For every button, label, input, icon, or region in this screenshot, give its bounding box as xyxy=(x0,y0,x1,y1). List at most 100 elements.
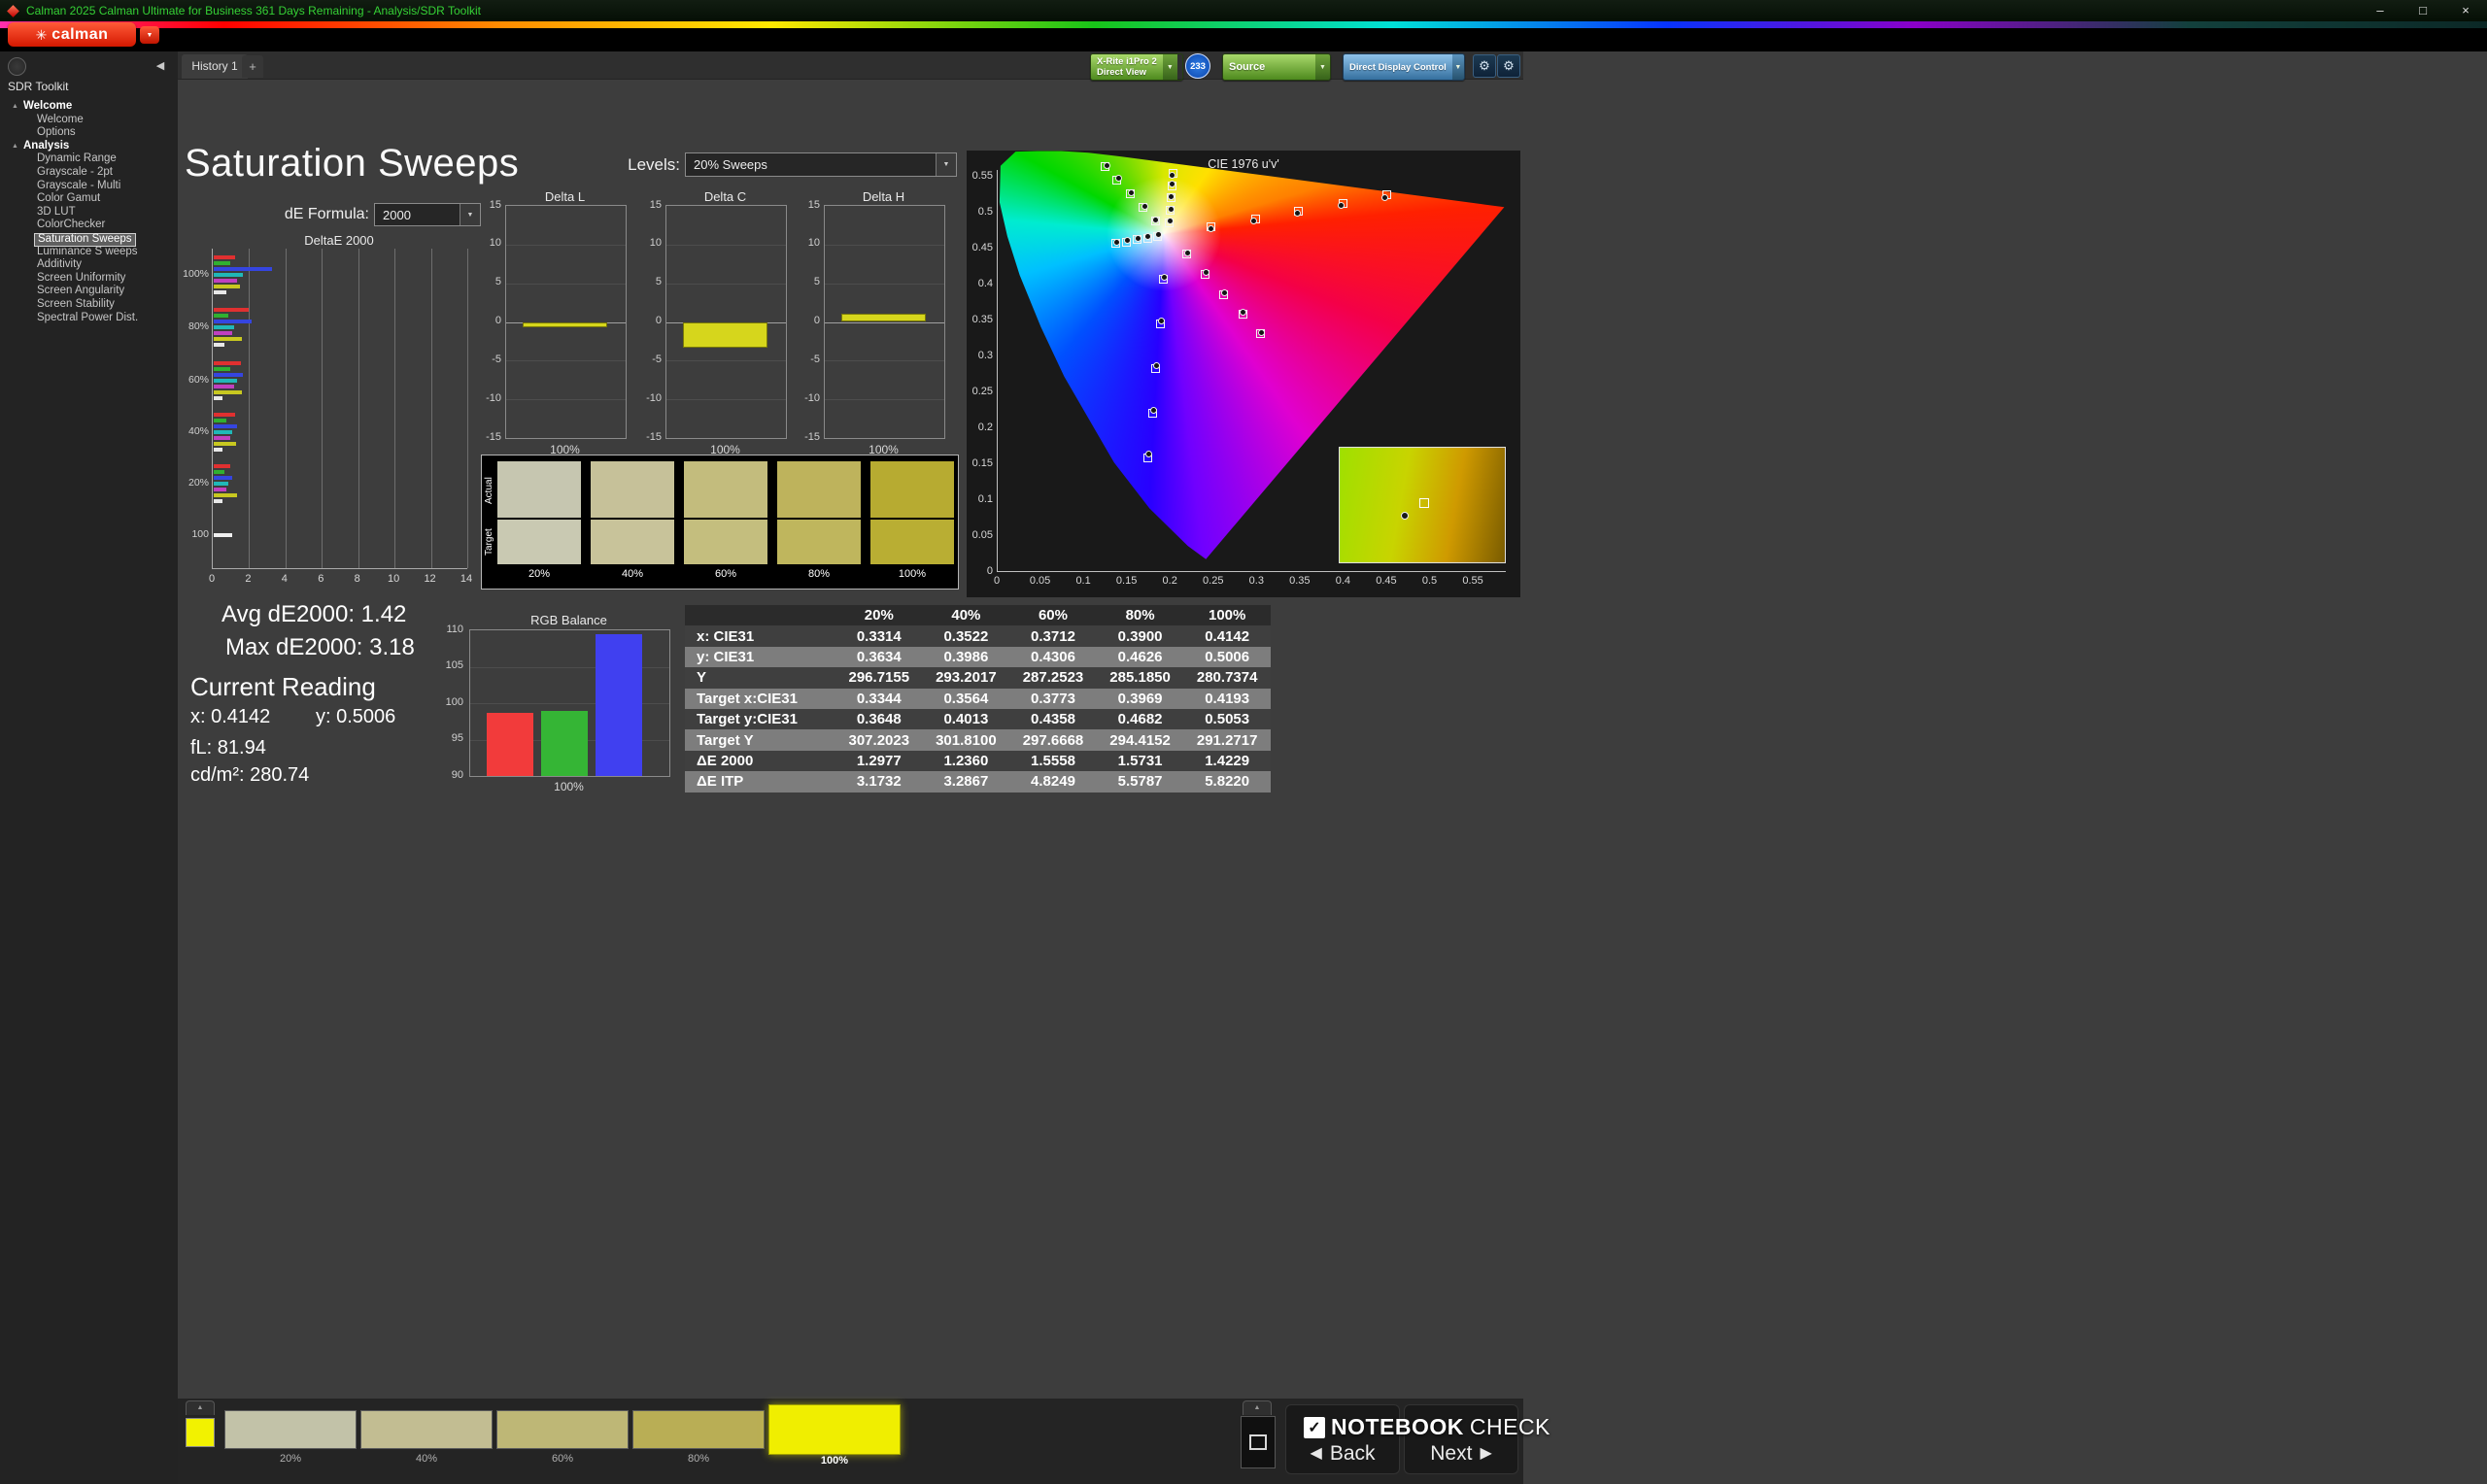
meter-dropdown[interactable]: X-Rite i1Pro 2 Direct View ▼ xyxy=(1090,53,1183,81)
sidebar-item-grayscale-2pt[interactable]: Grayscale - 2pt xyxy=(0,166,178,180)
de-bar xyxy=(214,361,242,365)
level-patch-40[interactable]: 40% xyxy=(360,1404,493,1467)
de-bar xyxy=(214,273,243,277)
source-label: Source xyxy=(1229,60,1266,73)
sidebar-item-options[interactable]: Options xyxy=(0,126,178,140)
target-row-label: Target xyxy=(484,528,494,556)
level-patch-60[interactable]: 60% xyxy=(496,1404,629,1467)
table-header-cell: 60% xyxy=(1038,607,1068,624)
de-formula-value: 2000 xyxy=(383,208,411,222)
value-cell: 294.4152 xyxy=(1109,731,1171,749)
y-tick-label: 0.2 xyxy=(977,421,993,433)
value-cell: 0.4193 xyxy=(1205,690,1250,707)
sidebar-group-welcome[interactable]: ▲ Welcome xyxy=(0,100,178,114)
sidebar-collapse-button[interactable]: ◀ xyxy=(152,57,169,75)
cie-inset-zoom xyxy=(1339,447,1506,563)
deltae2000-chart: DeltaE 2000 0 2 4 6 8 10 12 14 100% 80% 60% 40% 20% 1… xyxy=(183,233,486,594)
y-tick-label: 100 xyxy=(445,695,463,708)
x-tick-label: 0.2 xyxy=(1162,575,1177,587)
table-row: x: CIE31 0.3314 0.3522 0.3712 0.3900 0.4142 xyxy=(685,625,1271,647)
sidebar-item-screen-angularity[interactable]: Screen Angularity xyxy=(0,285,178,298)
de-bar xyxy=(214,331,232,335)
level-patch-80[interactable]: 80% xyxy=(632,1404,765,1467)
sidebar-group-analysis[interactable]: ▲ Analysis xyxy=(0,140,178,153)
sidebar-menu-button[interactable] xyxy=(8,57,26,76)
tab-history[interactable]: History 1 xyxy=(182,54,248,79)
x-tick-label: 0.3 xyxy=(1248,575,1264,587)
value-cell: 280.7374 xyxy=(1196,669,1258,687)
gridline xyxy=(506,244,626,246)
gridline xyxy=(825,321,944,323)
patch-label: 20% xyxy=(279,1453,302,1465)
swatch-level-label: 100% xyxy=(898,568,927,580)
add-tab-button[interactable]: + xyxy=(242,55,263,78)
chart-title: Delta L xyxy=(544,189,586,204)
value-cell: 291.2717 xyxy=(1196,731,1258,749)
settings-gear-button[interactable]: ⚙ xyxy=(1473,54,1496,78)
sidebar-item-grayscale-multi[interactable]: Grayscale - Multi xyxy=(0,180,178,193)
y-tick-label: -15 xyxy=(486,430,501,443)
sidebar-item-screen-stability[interactable]: Screen Stability xyxy=(0,298,178,312)
sidebar-item-dynamic-range[interactable]: Dynamic Range xyxy=(0,152,178,166)
source-dropdown[interactable]: Source ▼ xyxy=(1222,53,1331,81)
pattern-window-button[interactable] xyxy=(1241,1416,1276,1468)
y-tick-label: 105 xyxy=(445,659,463,671)
y-tick-label: 60% xyxy=(187,374,209,386)
notebookcheck-watermark: ✓ NOTEBOOK CHECK xyxy=(1304,1414,1550,1440)
chart-plot xyxy=(665,205,787,439)
workflow-settings-button[interactable]: ⚙ xyxy=(1497,54,1520,78)
close-button[interactable]: × xyxy=(2444,0,2487,21)
value-cell: 0.3564 xyxy=(943,690,989,707)
value-cell: 0.3522 xyxy=(943,627,989,645)
de-bar xyxy=(214,337,243,341)
row-label-cell: ΔE 2000 xyxy=(697,752,754,769)
cie-inset-square xyxy=(1418,497,1429,508)
calman-logo[interactable]: ✳ calman xyxy=(8,22,136,47)
sidebar-item-3d-lut[interactable]: 3D LUT xyxy=(0,206,178,219)
sidebar-item-luminance-s-weeps[interactable]: Luminance S weeps xyxy=(0,246,178,259)
pattern-tools-collapse-button[interactable]: ▲ xyxy=(1243,1400,1272,1415)
value-cell: 1.4229 xyxy=(1205,752,1250,769)
calman-logo-text: calman xyxy=(51,25,109,43)
cie-measured-point xyxy=(1183,249,1191,256)
sidebar-item-label: 3D LUT xyxy=(37,205,76,218)
window-controls: – □ × xyxy=(2359,0,2487,21)
cie-x-axis xyxy=(997,571,1506,572)
sidebar-item-colorchecker[interactable]: ColorChecker xyxy=(0,219,178,232)
sidebar-item-label: Additivity xyxy=(37,258,83,271)
sidebar-item-additivity[interactable]: Additivity xyxy=(0,258,178,272)
next-label: Next xyxy=(1430,1442,1473,1465)
table-row: y: CIE31 0.3634 0.3986 0.4306 0.4626 0.5006 xyxy=(685,646,1271,668)
y-tick-label: 0 xyxy=(813,315,820,326)
pattern-collapse-button[interactable]: ▲ xyxy=(186,1400,215,1415)
meter-mode: Direct View xyxy=(1097,67,1147,78)
cie-diagram: CIE 1976 u'v' 0 0.05 0.1 0.15 0.2 0.25 0.3 0.35… xyxy=(967,151,1520,597)
sidebar-item-welcome[interactable]: Welcome xyxy=(0,114,178,127)
delta-c-chart: Delta C 100% 15 10 5 0 -5 -10 -15 xyxy=(638,189,787,456)
logo-menu-button[interactable]: ▼ xyxy=(140,26,159,44)
sidebar-item-color-gamut[interactable]: Color Gamut xyxy=(0,192,178,206)
de-formula-select[interactable]: 2000 ▼ xyxy=(374,203,481,226)
sidebar-item-saturation-sweeps[interactable]: Saturation Sweeps xyxy=(0,232,178,247)
maximize-button[interactable]: □ xyxy=(2402,0,2444,21)
levels-select[interactable]: 20% Sweeps ▼ xyxy=(685,152,957,177)
table-row: Target x:CIE31 0.3344 0.3564 0.3773 0.3969 0.… xyxy=(685,688,1271,709)
sidebar-item-label: Grayscale - Multi xyxy=(37,179,121,191)
chart-title: Delta H xyxy=(862,189,905,204)
x-tick-label: 0.55 xyxy=(1462,575,1483,587)
gridline xyxy=(825,399,944,401)
level-patch-20[interactable]: 20% xyxy=(224,1404,357,1467)
gridline xyxy=(666,360,786,362)
minimize-button[interactable]: – xyxy=(2359,0,2402,21)
row-label-cell: Target x:CIE31 xyxy=(697,690,798,707)
sidebar-item-spectral-power-dist[interactable]: Spectral Power Dist. xyxy=(0,312,178,325)
sidebar-item-screen-uniformity[interactable]: Screen Uniformity xyxy=(0,272,178,286)
chevron-down-icon: ▼ xyxy=(146,31,153,39)
x-tick-label: 8 xyxy=(354,573,360,585)
gear-icon: ⚙ xyxy=(1479,58,1490,73)
patch-color xyxy=(496,1410,629,1449)
de-bar xyxy=(214,390,243,394)
gridline xyxy=(506,283,626,285)
level-patch-100[interactable]: 100% xyxy=(768,1404,901,1467)
display-control-dropdown[interactable]: Direct Display Control ▼ xyxy=(1343,53,1465,81)
